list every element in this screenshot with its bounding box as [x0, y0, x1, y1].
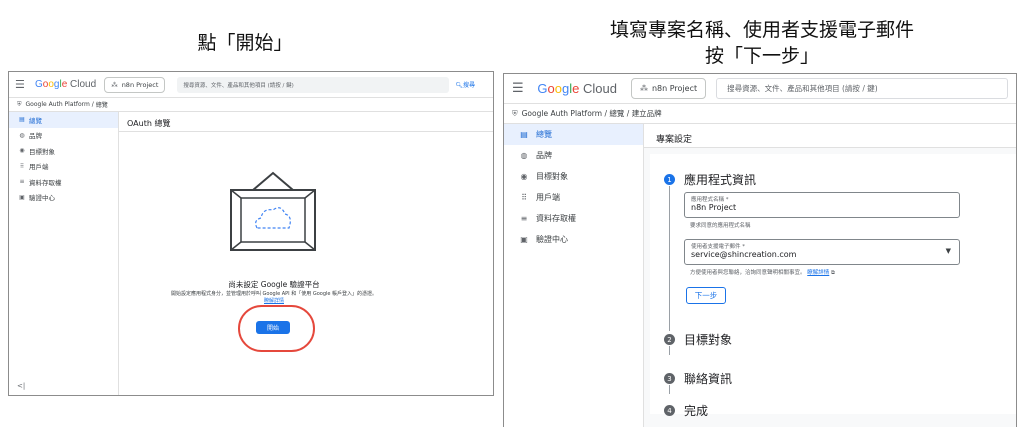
- breadcrumb-root[interactable]: Google Auth Platform: [26, 101, 90, 108]
- support-email-value: service@shincreation.com: [691, 250, 797, 259]
- empty-state-title: 尚未設定 Google 驗證平台: [228, 280, 320, 289]
- google-cloud-logo[interactable]: Google Cloud: [537, 81, 617, 96]
- person-icon: ◉: [520, 172, 528, 181]
- empty-state-description: 開始設定應用程式身分，並管理用於呼叫 Google API 和「使用 Googl…: [170, 291, 378, 304]
- caption-right: 填寫專案名稱、使用者支援電子郵件 按「下一步」: [500, 17, 1024, 69]
- sidebar: ▤ 總覽 ◍ 品牌 ◉ 目標對象 ⠿ 用戶端 ≡ 資料存取權 ▣ 驗證中心: [504, 124, 644, 427]
- search-button[interactable]: 🔍︎搜尋: [455, 80, 475, 89]
- data-access-icon: ≡: [19, 178, 25, 186]
- sidebar-item-data-access[interactable]: ≡ 資料存取權: [9, 174, 118, 190]
- project-icon: ⁂: [111, 80, 118, 89]
- screenshot-create-branding: ☰ Google Cloud ⁂ n8n Project 搜尋資源、文件、產品和其…: [503, 73, 1017, 427]
- hamburger-menu-icon[interactable]: ☰: [512, 81, 531, 96]
- start-button[interactable]: 開始: [256, 321, 290, 334]
- step-app-info: 1 應用程式資訊: [664, 171, 756, 188]
- project-picker[interactable]: ⁂ n8n Project: [630, 78, 707, 99]
- step-number: 2: [664, 334, 675, 345]
- hamburger-menu-icon[interactable]: ☰: [15, 78, 31, 91]
- step-connector: [669, 385, 670, 394]
- sidebar-item-verification[interactable]: ▣ 驗證中心: [9, 190, 118, 206]
- sidebar-item-branding[interactable]: ◍ 品牌: [504, 145, 643, 166]
- step-label: 目標對象: [684, 333, 733, 347]
- breadcrumb-current: 總覽: [95, 102, 108, 109]
- page-title: OAuth 總覽: [119, 112, 493, 132]
- page-title: 專案設定: [644, 124, 1016, 148]
- app-name-input[interactable]: n8n Project: [691, 203, 736, 212]
- project-picker[interactable]: ⁂ n8n Project: [104, 76, 166, 93]
- step-number: 4: [664, 405, 675, 416]
- sidebar: ▤ 總覽 ◍ 品牌 ◉ 目標對象 ⠿ 用戶端 ≡ 資料存取權 ▣ 驗證中心 <|: [9, 112, 119, 395]
- project-icon: ⁂: [639, 84, 648, 93]
- learn-more-link[interactable]: 瞭解詳情: [264, 298, 284, 304]
- empty-state-illustration: [230, 171, 316, 251]
- search-icon: 🔍︎: [455, 82, 463, 89]
- app-name-field[interactable]: 應用程式名稱 * n8n Project: [684, 192, 960, 218]
- sidebar-item-branding[interactable]: ◍ 品牌: [9, 128, 118, 144]
- palette-icon: ◍: [19, 131, 25, 139]
- collapse-sidebar-icon[interactable]: <|: [17, 382, 25, 390]
- main-content: 專案設定 1 應用程式資訊 應用程式名稱 * n8n Project 要求同意的…: [644, 124, 1016, 427]
- sidebar-item-clients[interactable]: ⠿ 用戶端: [504, 187, 643, 208]
- dropdown-arrow-icon: ▼: [945, 247, 951, 255]
- data-access-icon: ≡: [520, 214, 528, 223]
- caption-left: 點「開始」: [197, 32, 293, 54]
- calendar-check-icon: ▣: [19, 193, 25, 201]
- step-label: 完成: [684, 404, 709, 418]
- shield-icon: ⛨: [17, 100, 22, 108]
- caption-right-line2: 按「下一步」: [704, 45, 819, 67]
- dashboard-icon: ▤: [520, 130, 528, 139]
- breadcrumb-overview[interactable]: 總覽: [609, 108, 624, 119]
- breadcrumb-current: 建立品牌: [631, 109, 662, 118]
- breadcrumb: ⛨ Google Auth Platform / 總覽: [9, 98, 493, 112]
- step-number: 3: [664, 373, 675, 384]
- step-connector: [669, 186, 670, 331]
- palette-icon: ◍: [520, 151, 528, 160]
- sidebar-item-clients[interactable]: ⠿ 用戶端: [9, 159, 118, 175]
- search-input[interactable]: 搜尋資源、文件、產品和其他項目 (請按 / 鍵): [716, 78, 1008, 99]
- learn-more-link[interactable]: 瞭解詳情: [807, 270, 829, 276]
- next-button[interactable]: 下一步: [686, 287, 726, 304]
- app-name-hint: 要求同意的應用程式名稱: [690, 223, 751, 229]
- sidebar-item-overview[interactable]: ▤ 總覽: [504, 124, 643, 145]
- breadcrumb-root[interactable]: Google Auth Platform: [522, 109, 602, 118]
- step-label: 聯絡資訊: [684, 372, 733, 386]
- google-cloud-logo[interactable]: Google Cloud: [35, 79, 96, 90]
- top-bar: ☰ Google Cloud ⁂ n8n Project 搜尋資源、文件、產品和其…: [504, 74, 1016, 104]
- step-label: 應用程式資訊: [684, 173, 757, 187]
- step-finish: 4 完成: [664, 402, 708, 419]
- main-content: OAuth 總覽: [119, 112, 493, 395]
- step-audience: 2 目標對象: [664, 331, 732, 348]
- setup-form: 1 應用程式資訊 應用程式名稱 * n8n Project 要求同意的應用程式名…: [650, 154, 1016, 418]
- caption-right-line1: 填寫專案名稱、使用者支援電子郵件: [609, 19, 914, 41]
- calendar-check-icon: ▣: [520, 235, 528, 244]
- step-contact: 3 聯絡資訊: [664, 370, 732, 387]
- grid-icon: ⠿: [19, 162, 25, 170]
- support-email-select[interactable]: 使用者支援電子郵件 * service@shincreation.com ▼: [684, 239, 960, 265]
- step-number: 1: [664, 174, 675, 185]
- person-icon: ◉: [19, 147, 25, 155]
- sidebar-item-overview[interactable]: ▤ 總覽: [9, 112, 118, 128]
- screenshot-oauth-overview: ☰ Google Cloud ⁂ n8n Project 搜尋資源、文件、產品和其…: [8, 71, 494, 396]
- shield-icon: ⛨: [512, 108, 518, 118]
- sidebar-item-audience[interactable]: ◉ 目標對象: [9, 143, 118, 159]
- top-bar: ☰ Google Cloud ⁂ n8n Project 搜尋資源、文件、產品和其…: [9, 72, 493, 98]
- sidebar-item-verification[interactable]: ▣ 驗證中心: [504, 229, 643, 250]
- grid-icon: ⠿: [521, 193, 527, 202]
- open-in-new-icon: ⧉: [829, 270, 835, 276]
- sidebar-item-audience[interactable]: ◉ 目標對象: [504, 166, 643, 187]
- support-email-hint: 方便使用者與您聯絡，洽詢同意聲明相關事宜。 瞭解詳情 ⧉: [690, 270, 835, 276]
- dashboard-icon: ▤: [19, 116, 25, 124]
- sidebar-item-data-access[interactable]: ≡ 資料存取權: [504, 208, 643, 229]
- search-input[interactable]: 搜尋資源、文件、產品和其他項目 (請按 / 鍵): [177, 76, 450, 93]
- breadcrumb: ⛨ Google Auth Platform / 總覽 / 建立品牌: [504, 104, 1016, 124]
- step-connector: [669, 346, 670, 355]
